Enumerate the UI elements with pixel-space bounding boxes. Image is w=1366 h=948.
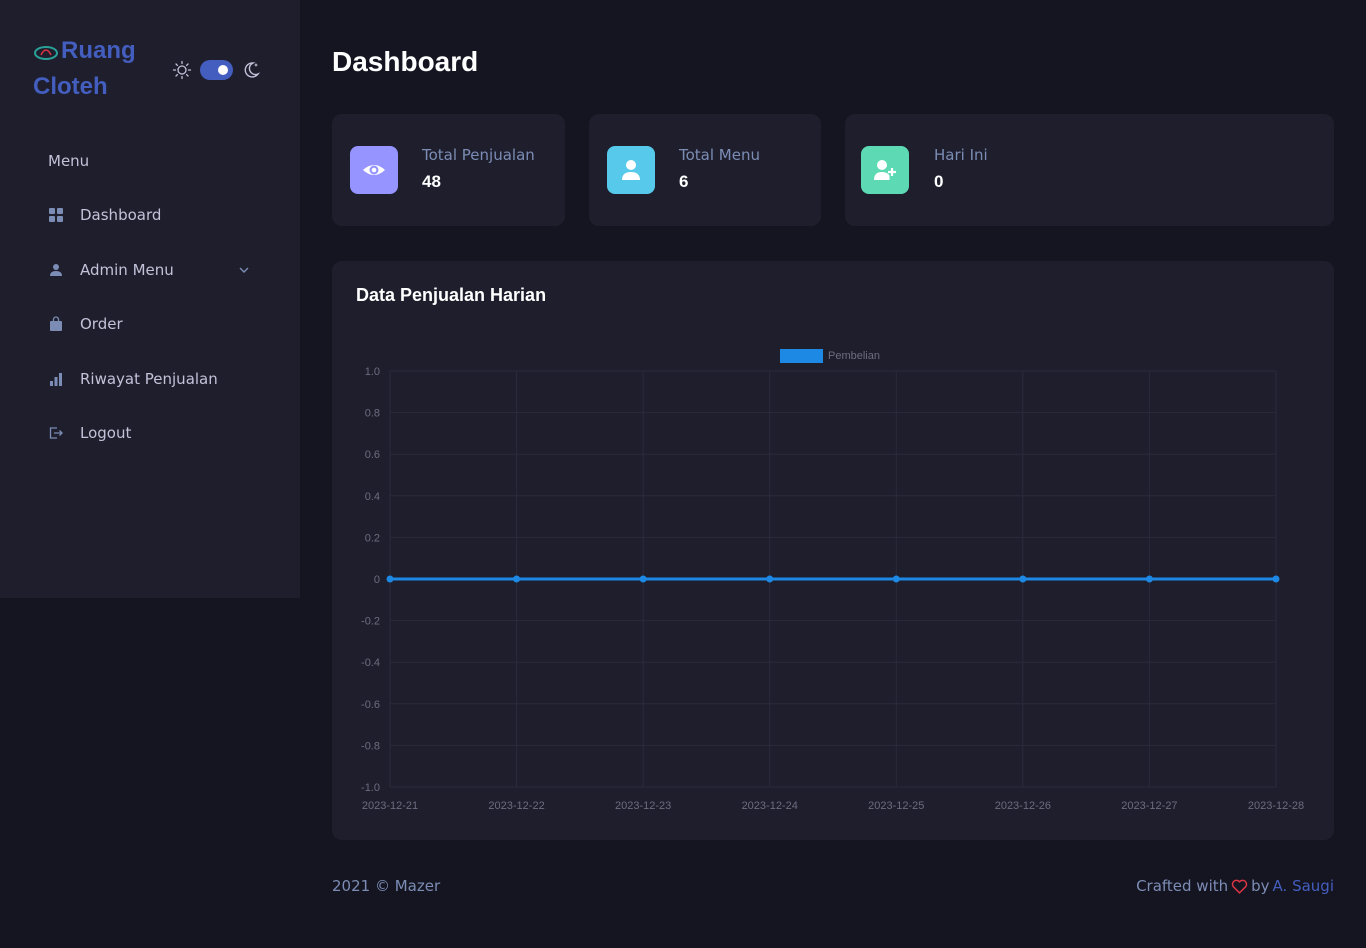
bag-icon — [50, 316, 62, 332]
sidebar-item-label: Logout — [80, 424, 132, 443]
sidebar-menu: Dashboard Admin Menu Order Riwayat Penju… — [32, 188, 268, 461]
sidebar-item-admin-menu[interactable]: Admin Menu — [32, 243, 268, 298]
footer-by-text: by — [1251, 877, 1270, 895]
legend-label: Pembelian — [828, 350, 880, 362]
dark-mode-switch[interactable] — [200, 60, 233, 80]
eye-icon — [363, 165, 385, 175]
sidebar-item-order[interactable]: Order — [32, 297, 268, 352]
sidebar-item-riwayat-penjualan[interactable]: Riwayat Penjualan — [32, 352, 268, 407]
sidebar-item-label: Order — [80, 315, 123, 334]
sidebar: Ruang Cloteh Menu Dashboard Admin Menu O… — [0, 0, 300, 598]
grid-icon — [49, 208, 63, 223]
y-tick-label: -0.6 — [361, 699, 380, 711]
y-tick-label: 0.2 — [365, 532, 380, 544]
y-tick-label: 0.6 — [365, 449, 380, 461]
y-tick-label: -0.8 — [361, 740, 380, 752]
bar-chart-icon — [50, 372, 62, 386]
data-point — [513, 575, 521, 583]
stat-icon-box — [607, 146, 655, 194]
logo[interactable]: Ruang Cloteh — [33, 33, 153, 105]
y-tick-label: 1.0 — [365, 366, 380, 378]
data-point — [1145, 575, 1153, 583]
chart-card: Data Penjualan Harian 1.0 0.8 0.6 0.4 0.2 0 -0… — [332, 261, 1334, 840]
logout-icon — [49, 427, 63, 439]
y-tick-label: 0.4 — [365, 491, 380, 503]
y-tick-label: -0.4 — [361, 657, 380, 669]
page-title: Dashboard — [332, 46, 479, 77]
data-point — [386, 575, 394, 583]
y-tick-label: -1.0 — [361, 782, 380, 794]
switch-knob — [218, 65, 228, 75]
user-icon — [622, 160, 640, 180]
stat-label: Total Penjualan — [422, 146, 535, 164]
y-tick-label: -0.2 — [361, 616, 380, 628]
sidebar-item-logout[interactable]: Logout — [32, 406, 268, 461]
data-point — [639, 575, 647, 583]
x-tick-label: 2023-12-27 — [1121, 800, 1177, 812]
footer-copyright: 2021 © Mazer — [332, 877, 441, 895]
sidebar-item-label: Dashboard — [80, 206, 162, 225]
sidebar-item-dashboard[interactable]: Dashboard — [32, 188, 268, 243]
x-tick-label: 2023-12-26 — [995, 800, 1051, 812]
x-tick-label: 2023-12-24 — [742, 800, 798, 812]
x-tick-label: 2023-12-22 — [488, 800, 544, 812]
stat-icon-box — [861, 146, 909, 194]
y-tick-label: 0 — [374, 574, 380, 586]
stat-label: Hari Ini — [934, 146, 988, 164]
user-plus-icon — [874, 160, 896, 180]
sidebar-item-label: Riwayat Penjualan — [80, 369, 218, 388]
data-point — [892, 575, 900, 583]
stat-value: 48 — [422, 172, 441, 191]
x-tick-label: 2023-12-28 — [1248, 800, 1304, 812]
logo-icon — [34, 45, 58, 60]
stat-label: Total Menu — [679, 146, 760, 164]
stat-value: 6 — [679, 172, 689, 191]
theme-toggle[interactable] — [172, 60, 261, 80]
x-tick-label: 2023-12-23 — [615, 800, 671, 812]
legend-swatch — [780, 349, 823, 363]
heart-icon — [1231, 879, 1248, 894]
x-tick-label: 2023-12-25 — [868, 800, 924, 812]
data-point — [766, 575, 774, 583]
stat-card-total-menu: Total Menu 6 — [589, 114, 821, 226]
moon-icon — [244, 62, 261, 78]
footer-crafted-text: Crafted with — [1136, 877, 1229, 895]
author-link[interactable]: A. Saugi — [1273, 877, 1334, 895]
data-point — [1019, 575, 1027, 583]
data-point — [1272, 575, 1280, 583]
menu-title: Menu — [48, 152, 90, 170]
x-tick-label: 2023-12-21 — [362, 800, 418, 812]
sun-icon — [172, 60, 192, 80]
stat-icon-box — [350, 146, 398, 194]
stat-card-hari-ini: Hari Ini 0 — [845, 114, 1334, 226]
footer-credits: Crafted with by A. Saugi — [1136, 877, 1334, 895]
y-tick-label: 0.8 — [365, 408, 380, 420]
sidebar-item-label: Admin Menu — [80, 260, 174, 279]
stat-card-total-penjualan: Total Penjualan 48 — [332, 114, 565, 226]
person-icon — [50, 263, 62, 276]
chevron-down-icon — [239, 267, 249, 273]
line-chart: 1.0 0.8 0.6 0.4 0.2 0 -0.2 -0.4 -0.6 -0.8 -1.0 2023… — [361, 349, 1304, 812]
stat-value: 0 — [934, 172, 944, 191]
